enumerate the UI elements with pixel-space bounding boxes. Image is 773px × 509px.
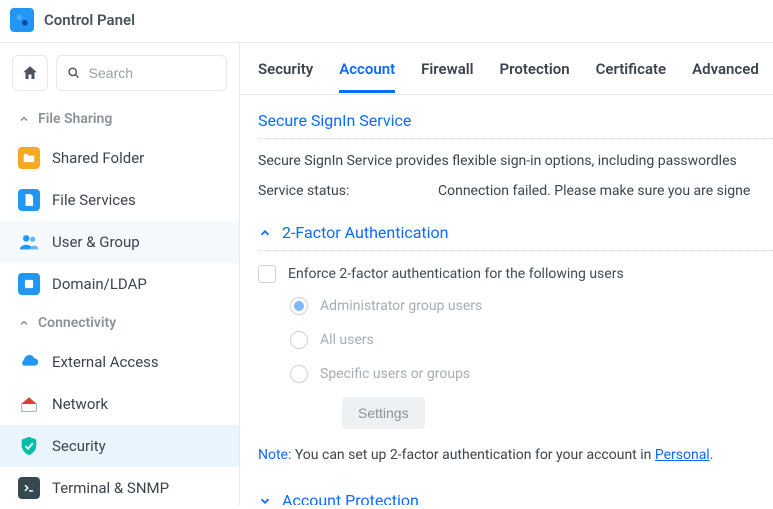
enforce-2fa-checkbox[interactable]	[258, 265, 276, 283]
tab-account[interactable]: Account	[339, 60, 395, 93]
enforce-2fa-label: Enforce 2-factor authentication for the …	[288, 266, 624, 282]
cloud-icon	[18, 351, 40, 373]
section-toggle-label: 2-Factor Authentication	[282, 223, 449, 242]
sidebar-item-network[interactable]: Network	[0, 383, 239, 425]
section-toggle-2fa[interactable]: 2-Factor Authentication	[258, 217, 773, 251]
users-icon	[18, 231, 40, 253]
note-text: You can set up 2-factor authentication f…	[291, 447, 654, 463]
sidebar-item-label: File Services	[52, 191, 136, 209]
domain-icon	[18, 273, 40, 295]
radio-input[interactable]	[290, 331, 308, 349]
tab-advanced[interactable]: Advanced	[692, 60, 759, 93]
enforce-2fa-row[interactable]: Enforce 2-factor authentication for the …	[258, 251, 773, 289]
radio-specific-users[interactable]: Specific users or groups	[290, 357, 773, 391]
sidebar-item-label: Network	[52, 395, 108, 413]
home-icon	[21, 64, 39, 82]
sidebar-item-file-services[interactable]: File Services	[0, 179, 239, 221]
radio-label: Specific users or groups	[320, 366, 470, 382]
sidebar-item-external-access[interactable]: External Access	[0, 341, 239, 383]
tab-firewall[interactable]: Firewall	[421, 60, 473, 93]
sidebar-item-label: Shared Folder	[52, 149, 144, 167]
tab-security[interactable]: Security	[258, 60, 313, 93]
file-icon	[18, 189, 40, 211]
section-header-file-sharing[interactable]: File Sharing	[0, 101, 239, 137]
tab-protection[interactable]: Protection	[500, 60, 570, 93]
radio-all-users[interactable]: All users	[290, 323, 773, 357]
note-prefix: Note:	[258, 447, 291, 463]
settings-button[interactable]: Settings	[342, 397, 425, 429]
section-toggle-account-protection[interactable]: Account Protection	[258, 485, 773, 505]
chevron-up-icon	[18, 317, 30, 329]
sidebar-item-label: Security	[52, 437, 106, 455]
service-status-row: Service status: Connection failed. Pleas…	[258, 177, 773, 217]
radio-input[interactable]	[290, 365, 308, 383]
2fa-note: Note: You can set up 2-factor authentica…	[258, 429, 773, 463]
section-label: File Sharing	[38, 111, 112, 127]
chevron-down-icon	[258, 494, 272, 506]
home-button[interactable]	[12, 55, 48, 91]
sidebar-item-label: Domain/LDAP	[52, 275, 147, 293]
sidebar-item-label: Terminal & SNMP	[52, 479, 169, 497]
service-status-label: Service status:	[258, 183, 438, 199]
main-panel: Security Account Firewall Protection Cer…	[240, 43, 773, 505]
search-input[interactable]	[89, 65, 216, 81]
titlebar: Control Panel	[0, 0, 773, 43]
terminal-icon	[18, 477, 40, 499]
sidebar-item-user-group[interactable]: User & Group	[0, 221, 239, 263]
sidebar-item-label: User & Group	[52, 233, 140, 251]
search-icon	[67, 65, 81, 81]
sidebar-item-shared-folder[interactable]: Shared Folder	[0, 137, 239, 179]
chevron-up-icon	[18, 113, 30, 125]
sidebar-item-domain-ldap[interactable]: Domain/LDAP	[0, 263, 239, 305]
radio-admin-users[interactable]: Administrator group users	[290, 289, 773, 323]
sidebar-item-terminal-snmp[interactable]: Terminal & SNMP	[0, 467, 239, 509]
section-label: Connectivity	[38, 315, 116, 331]
section-header-connectivity[interactable]: Connectivity	[0, 305, 239, 341]
service-status-value: Connection failed. Please make sure you …	[438, 183, 750, 199]
chevron-up-icon	[258, 226, 272, 240]
radio-label: Administrator group users	[320, 298, 482, 314]
2fa-radio-group: Administrator group users All users Spec…	[258, 289, 773, 429]
folder-icon	[18, 147, 40, 169]
panel-title-secure-signin: Secure SignIn Service	[258, 111, 773, 139]
secure-signin-description: Secure SignIn Service provides flexible …	[258, 139, 773, 177]
note-suffix: .	[710, 447, 714, 463]
house-net-icon	[18, 393, 40, 415]
tab-bar: Security Account Firewall Protection Cer…	[240, 57, 773, 95]
sidebar-item-label: External Access	[52, 353, 159, 371]
shield-icon	[18, 435, 40, 457]
control-panel-icon	[10, 8, 34, 32]
radio-input[interactable]	[290, 297, 308, 315]
sidebar: File Sharing Shared Folder File Services…	[0, 43, 240, 505]
search-box[interactable]	[56, 55, 227, 91]
window-title: Control Panel	[44, 11, 135, 29]
personal-link[interactable]: Personal	[655, 447, 710, 463]
radio-label: All users	[320, 332, 374, 348]
section-toggle-label: Account Protection	[282, 491, 419, 505]
sidebar-item-security[interactable]: Security	[0, 425, 239, 467]
tab-certificate[interactable]: Certificate	[596, 60, 667, 93]
